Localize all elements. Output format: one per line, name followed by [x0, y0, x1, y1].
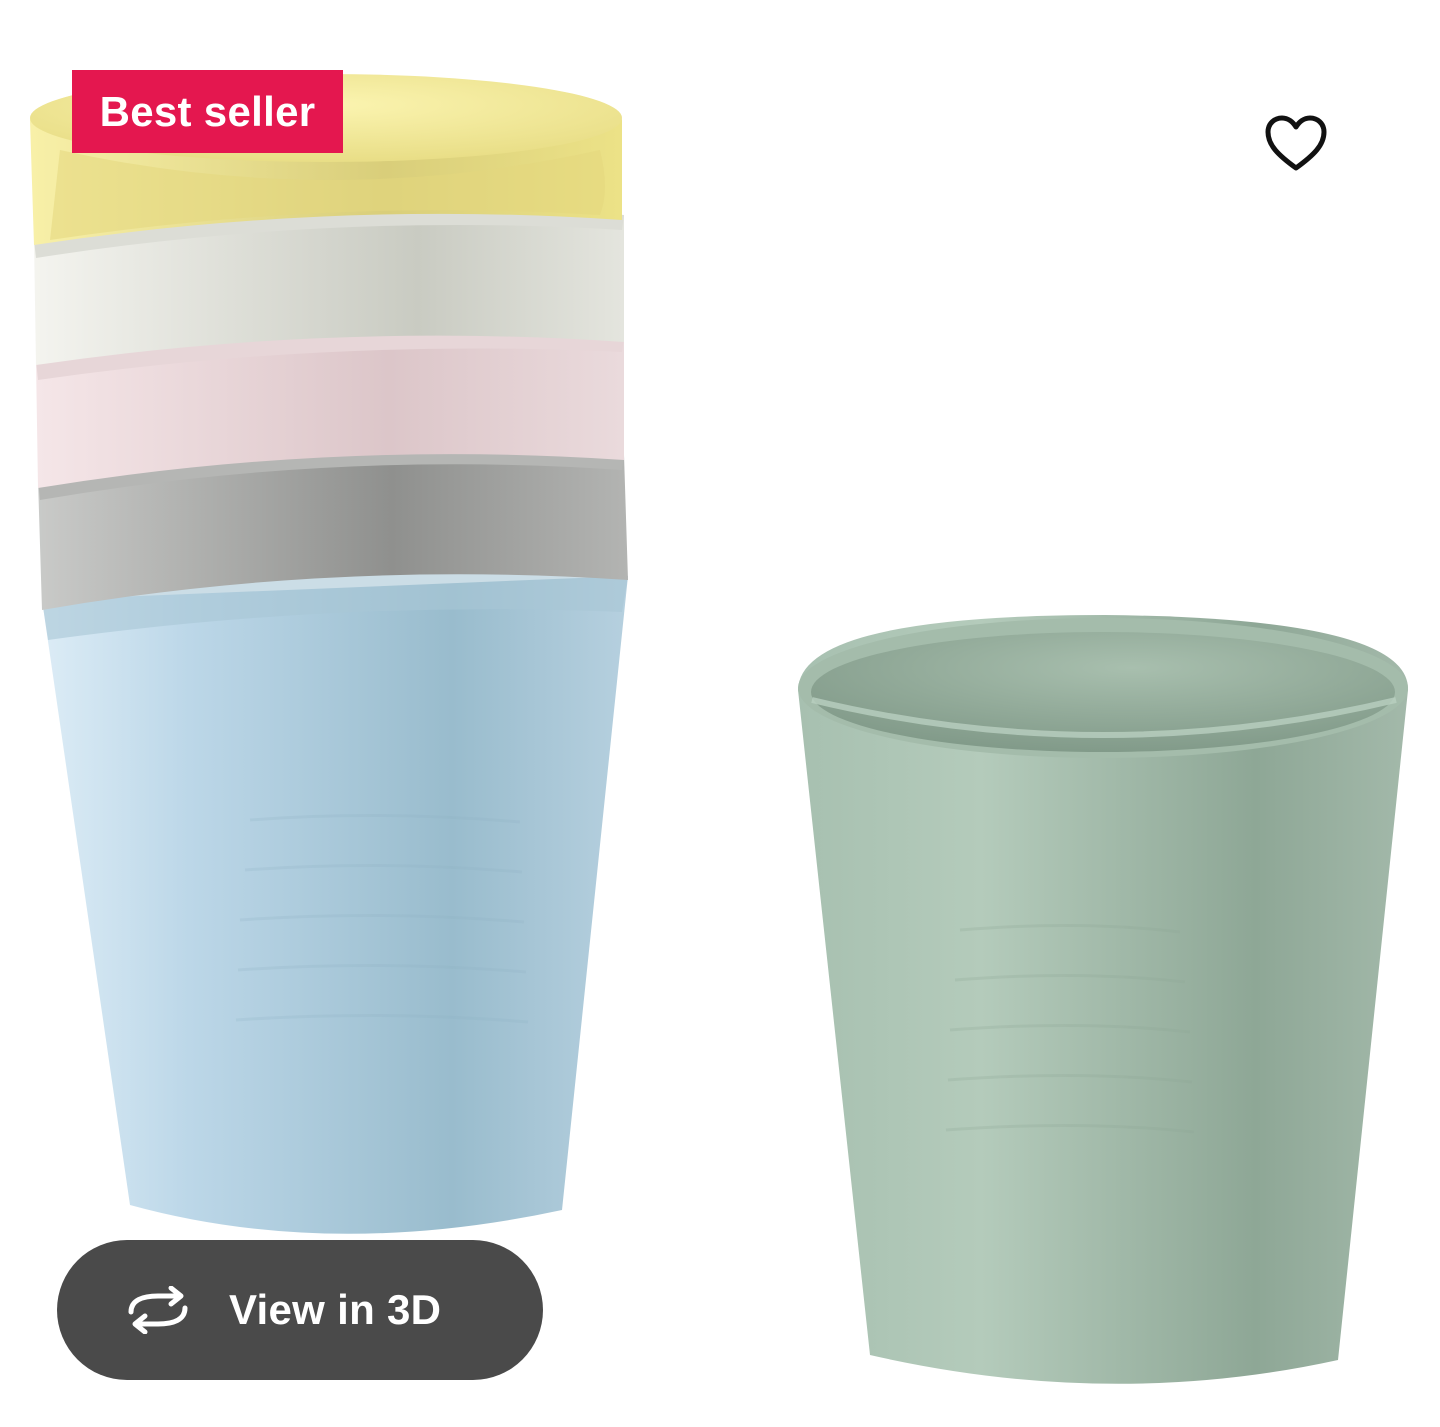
product-image — [30, 74, 1409, 1384]
best-seller-badge: Best seller — [72, 70, 343, 153]
favorite-button[interactable] — [1256, 104, 1336, 184]
rotate-3d-icon — [128, 1286, 188, 1334]
view-in-3d-label: View in 3D — [229, 1286, 442, 1333]
view-in-3d-button[interactable]: View in 3D — [57, 1240, 543, 1380]
best-seller-label: Best seller — [99, 88, 316, 135]
heart-outline-icon — [1265, 115, 1327, 171]
